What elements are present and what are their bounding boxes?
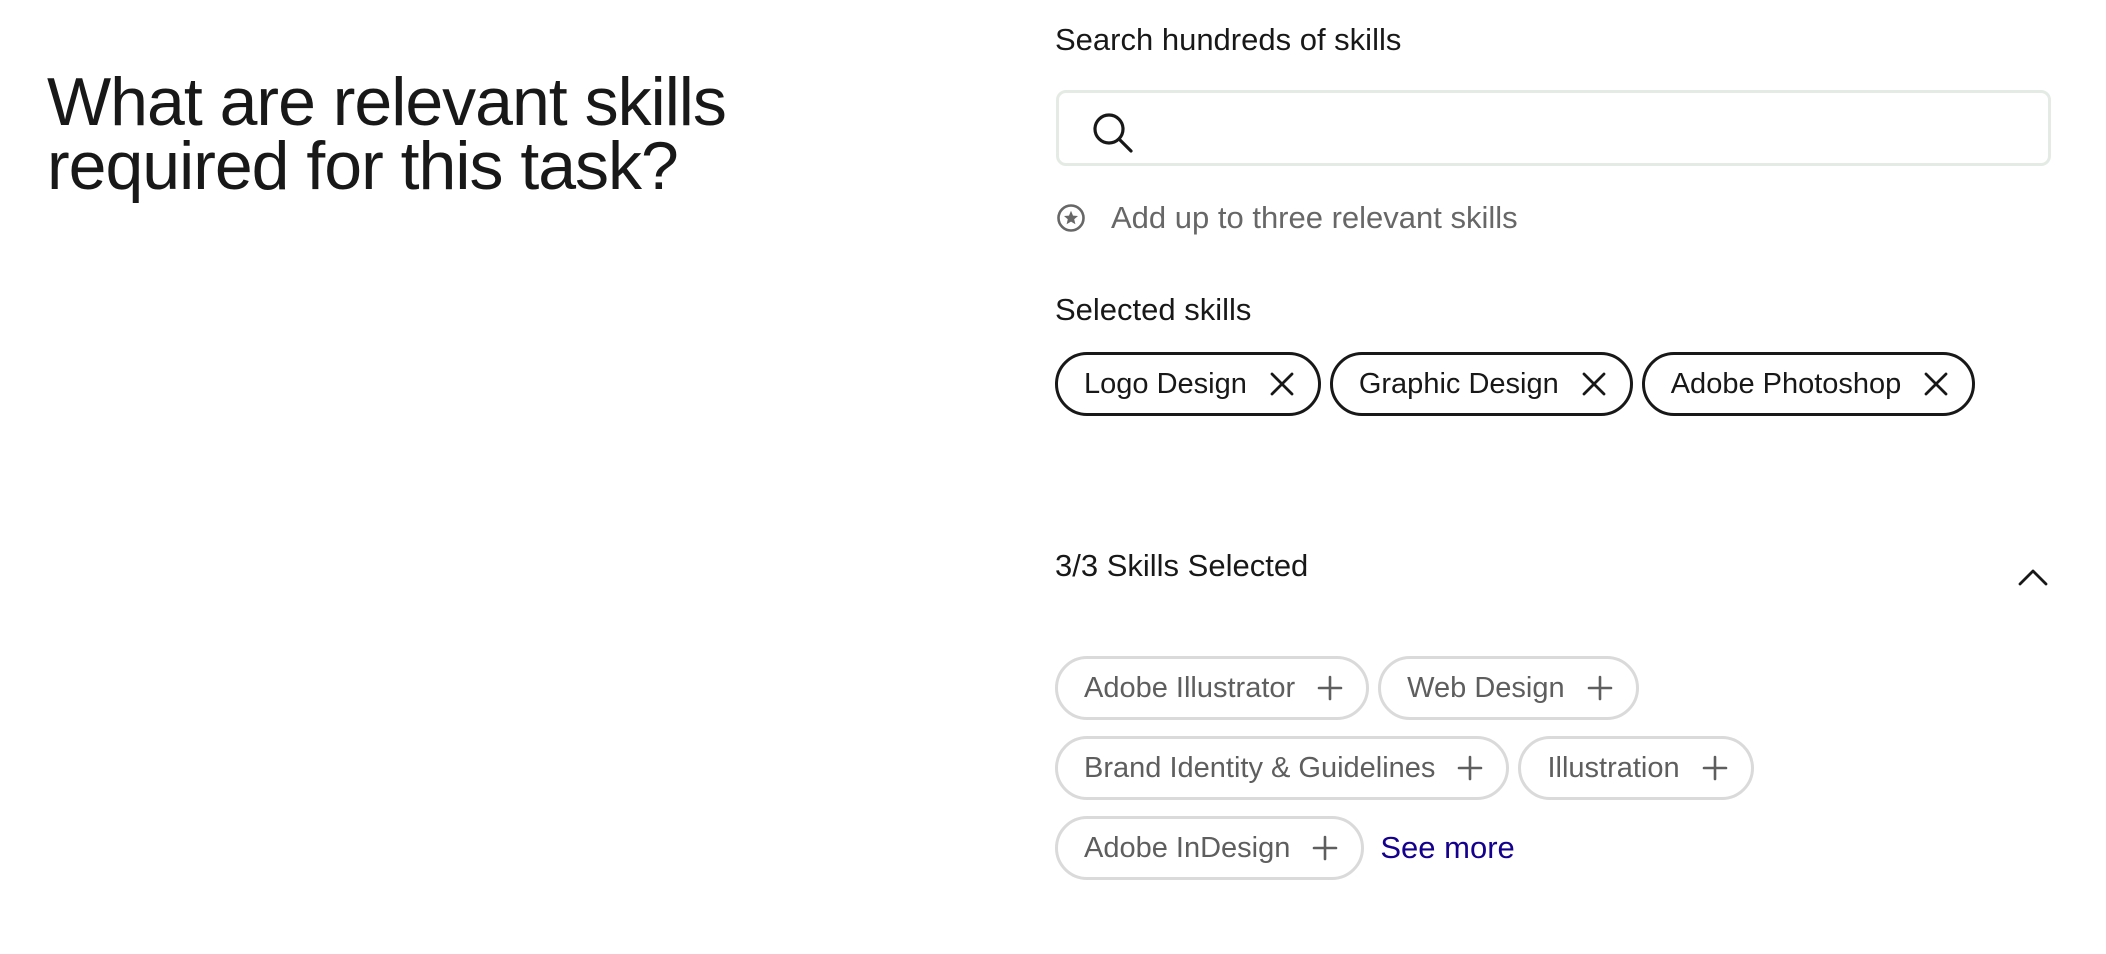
suggested-skills-row: Brand Identity & Guidelines Illustration [1055,736,1754,800]
plus-icon [1317,675,1343,701]
see-more-link[interactable]: See more [1380,830,1514,866]
suggested-skill-chip[interactable]: Web Design [1378,656,1639,720]
skills-page: What are relevant skills required for th… [0,0,2106,954]
skill-chip-label: Logo Design [1084,367,1247,400]
suggested-skill-chip[interactable]: Illustration [1518,736,1754,800]
skill-chip-label: Adobe Photoshop [1670,367,1902,400]
suggested-skill-chip[interactable]: Brand Identity & Guidelines [1055,736,1510,800]
badge-star-icon [1057,204,1085,232]
page-title-line-2: required for this task? [47,128,679,204]
suggested-skill-chip[interactable]: Adobe InDesign [1055,816,1365,880]
plus-icon [1702,755,1727,781]
suggested-skill-chip[interactable]: Adobe Illustrator [1055,656,1370,720]
selected-skills-list: Logo Design Graphic Design Adobe Photosh… [1055,352,1976,416]
close-icon[interactable] [1923,371,1949,397]
suggested-skills-row: Adobe Illustrator Web Design [1055,656,1639,720]
selected-skills-label: Selected skills [1055,292,1252,327]
search-field[interactable] [1056,90,2051,166]
search-input[interactable] [1149,101,2033,159]
selected-skill-chip[interactable]: Logo Design [1055,352,1321,416]
plus-icon [1313,835,1338,861]
suggested-skills-row: Adobe InDesign See more [1055,816,1515,880]
plus-icon [1458,755,1483,781]
selected-skill-chip[interactable]: Adobe Photoshop [1641,352,1976,416]
search-label: Search hundreds of skills [1055,22,1402,57]
skill-chip-label: Web Design [1407,671,1565,704]
skill-chip-label: Adobe InDesign [1084,831,1291,864]
skill-chip-label: Adobe Illustrator [1084,671,1296,704]
skill-chip-label: Illustration [1547,751,1680,784]
close-icon[interactable] [1581,371,1607,397]
search-hint-text: Add up to three relevant skills [1111,200,1518,235]
plus-icon [1587,675,1612,701]
page-title: What are relevant skills required for th… [47,64,947,204]
page-title-line-1: What are relevant skills [47,64,727,140]
close-icon[interactable] [1269,371,1295,397]
selected-skill-chip[interactable]: Graphic Design [1329,352,1633,416]
skills-selected-count: 3/3 Skills Selected [1055,548,1309,583]
skill-chip-label: Brand Identity & Guidelines [1084,751,1436,784]
skill-chip-label: Graphic Design [1358,367,1559,400]
chevron-up-icon[interactable] [2015,562,2051,592]
search-icon [1093,113,1133,153]
search-hint: Add up to three relevant skills [1056,198,1518,238]
